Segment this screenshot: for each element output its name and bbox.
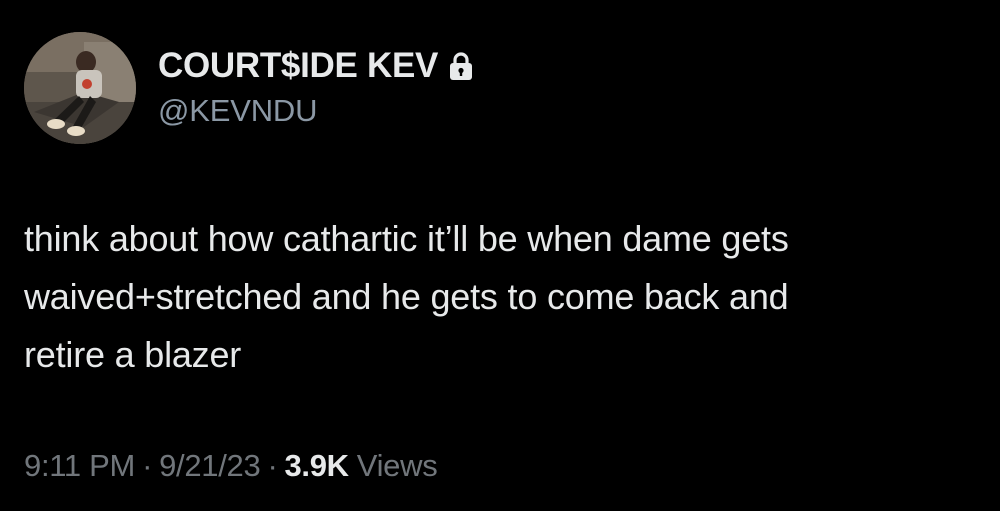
display-name[interactable]: COURT$IDE KEV [158,46,438,86]
lock-icon [448,51,474,81]
tweet-text: think about how cathartic it’ll be when … [24,218,789,375]
meta-separator: · [142,448,153,483]
meta-separator: · [267,448,278,483]
views-count: 3.9K [284,448,349,483]
avatar[interactable] [24,32,136,144]
user-handle[interactable]: @KEVNDU [158,93,317,129]
avatar-image [24,32,136,144]
views-label: Views [356,448,438,483]
tweet: COURT$IDE KEV @KEVNDU think about how ca… [0,0,1000,511]
tweet-meta: 9:11 PM · 9/21/23 · 3.9K Views [24,448,438,484]
display-name-row: COURT$IDE KEV [158,44,474,88]
tweet-date[interactable]: 9/21/23 [159,448,261,484]
tweet-time[interactable]: 9:11 PM [24,448,135,484]
